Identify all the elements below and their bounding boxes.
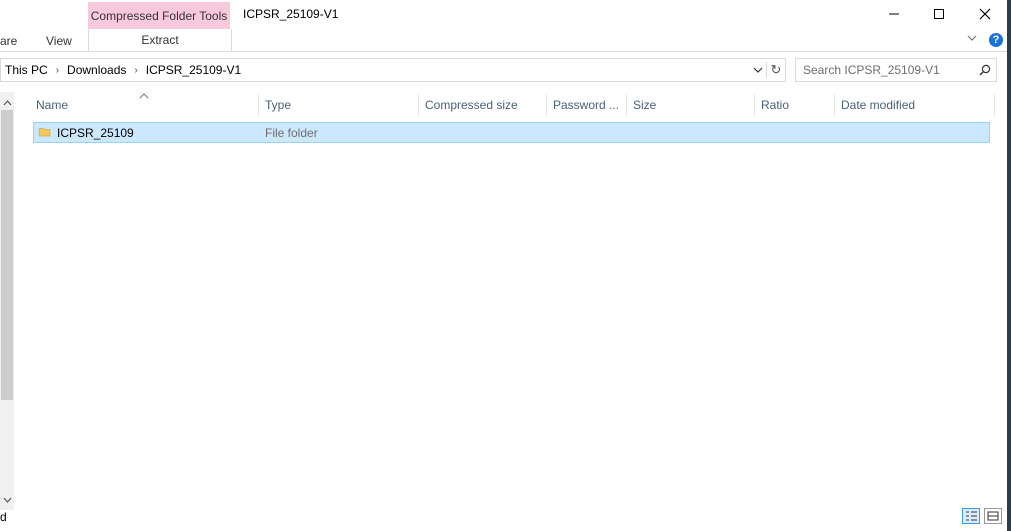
refresh-icon[interactable]: ↻ xyxy=(766,62,785,78)
details-view-icon[interactable] xyxy=(962,508,980,524)
chevron-right-icon[interactable]: › xyxy=(52,65,63,76)
navigation-pane-text: d xyxy=(0,510,7,524)
scrollbar-thumb[interactable] xyxy=(1,110,13,400)
address-bar[interactable]: This PC › Downloads › ICPSR_25109-V1 ↻ xyxy=(0,58,786,82)
tab-extract[interactable]: Extract xyxy=(88,29,232,51)
column-header-compressed-size[interactable]: Compressed size xyxy=(419,94,547,116)
breadcrumb-this-pc[interactable]: This PC xyxy=(1,63,52,77)
search-icon[interactable] xyxy=(974,64,996,76)
column-header-type[interactable]: Type xyxy=(259,94,419,116)
column-header-password[interactable]: Password ... xyxy=(547,94,627,116)
column-header-size[interactable]: Size xyxy=(627,94,755,116)
ribbon-divider xyxy=(0,51,1011,52)
tab-extract-label: Extract xyxy=(141,33,179,47)
file-name[interactable]: ICPSR_25109 xyxy=(57,126,134,140)
close-button[interactable] xyxy=(962,0,1008,28)
breadcrumb-current-folder[interactable]: ICPSR_25109-V1 xyxy=(142,63,245,77)
chevron-right-icon[interactable]: › xyxy=(130,65,141,76)
file-row[interactable] xyxy=(33,122,990,143)
minimize-icon xyxy=(889,13,899,15)
breadcrumb-downloads[interactable]: Downloads xyxy=(63,63,130,77)
scroll-down-icon[interactable] xyxy=(3,493,12,507)
minimize-button[interactable] xyxy=(871,0,917,28)
search-field[interactable]: Search ICPSR_25109-V1 xyxy=(795,58,997,82)
help-icon[interactable]: ? xyxy=(989,33,1003,47)
column-header-name[interactable]: Name xyxy=(30,94,259,116)
tab-share[interactable]: are xyxy=(0,34,17,48)
large-icons-view-icon[interactable] xyxy=(984,508,1002,524)
ribbon-collapse-icon[interactable] xyxy=(966,31,978,46)
column-header-date-modified[interactable]: Date modified xyxy=(835,94,995,116)
scroll-up-icon[interactable] xyxy=(3,95,12,109)
address-dropdown-icon[interactable] xyxy=(750,66,766,74)
search-input[interactable]: Search ICPSR_25109-V1 xyxy=(803,63,974,77)
maximize-button[interactable] xyxy=(916,0,962,28)
folder-icon xyxy=(39,126,51,140)
close-icon xyxy=(979,8,991,20)
window-title: ICPSR_25109-V1 xyxy=(243,7,339,21)
tab-view[interactable]: View xyxy=(46,34,72,48)
window-edge xyxy=(1007,0,1011,531)
column-header-ratio[interactable]: Ratio xyxy=(755,94,835,116)
compressed-folder-tools-tab[interactable]: Compressed Folder Tools xyxy=(88,2,230,29)
file-type: File folder xyxy=(265,126,318,140)
maximize-icon xyxy=(934,9,944,19)
